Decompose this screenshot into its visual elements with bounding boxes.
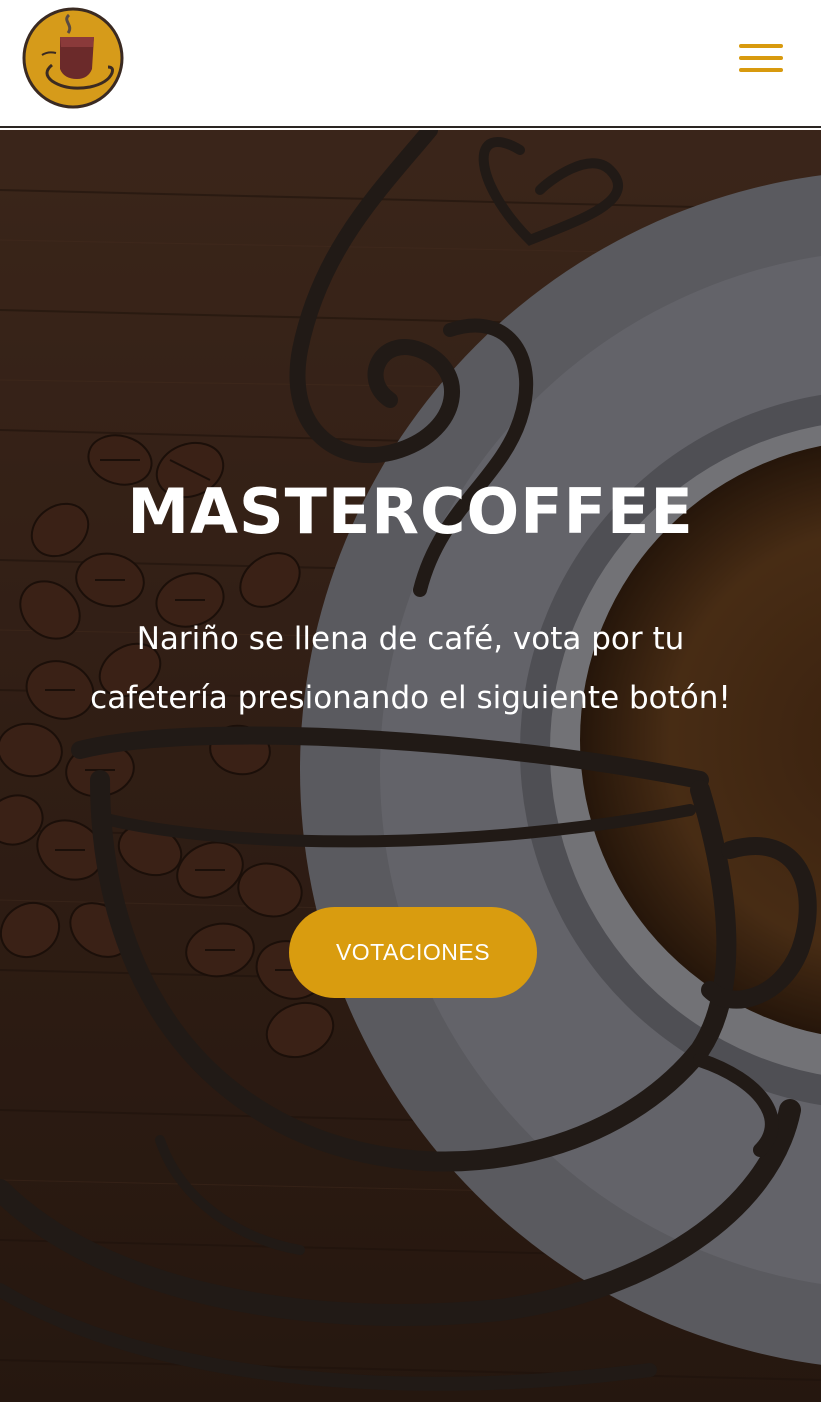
hero-title: MASTERCOFFEE	[127, 475, 694, 548]
hamburger-menu-icon[interactable]	[733, 36, 789, 80]
coffee-cup-logo-icon[interactable]	[22, 7, 124, 109]
hero-section: MASTERCOFFEE Nariño se llena de café, vo…	[0, 130, 821, 1402]
page: MASTERCOFFEE Nariño se llena de café, vo…	[0, 0, 821, 1402]
hero-description: Nariño se llena de café, vota por tu caf…	[90, 621, 731, 716]
menu-bar	[739, 44, 783, 48]
menu-bar	[739, 56, 783, 60]
site-header	[0, 0, 821, 128]
hero-background-image	[0, 130, 821, 1402]
menu-bar	[739, 68, 783, 72]
votaciones-button[interactable]: VOTACIONES	[289, 907, 537, 998]
